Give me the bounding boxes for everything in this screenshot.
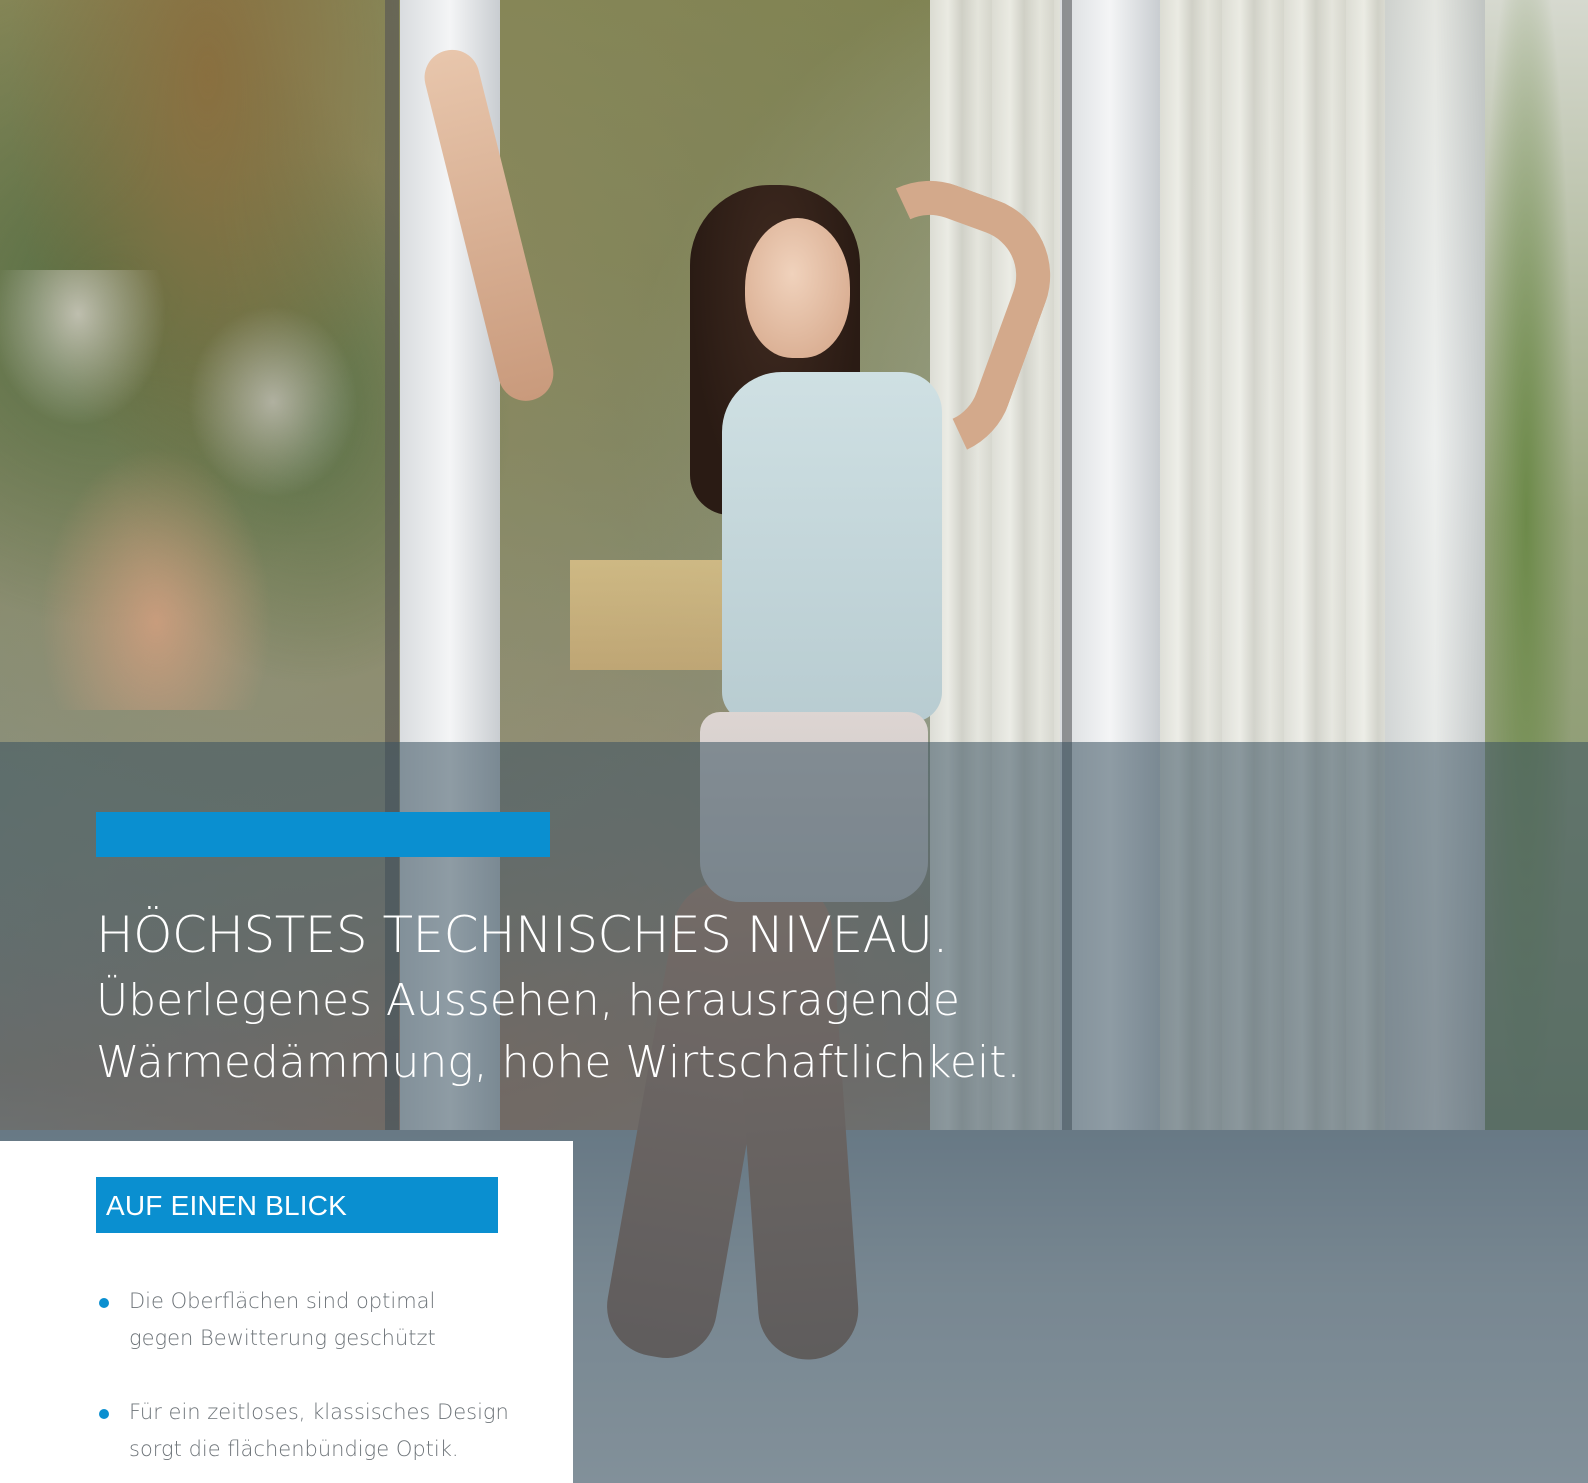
- hero-headline: HÖCHSTES TECHNISCHES NIVEAU.: [96, 906, 948, 964]
- list-item-line-2: gegen Bewitterung geschützt: [129, 1326, 436, 1350]
- list-item-line-1: Für ein zeitloses, klassisches Design: [129, 1400, 509, 1424]
- photo-houses: [0, 270, 390, 710]
- hero-subline-line-1: Überlegenes Aussehen, herausragende: [96, 975, 960, 1026]
- list-item-line-1: Die Oberflächen sind optimal: [129, 1289, 436, 1313]
- accent-bar: [96, 812, 550, 857]
- woman-face: [745, 218, 850, 358]
- brochure-page: HÖCHSTES TECHNISCHES NIVEAU. Überlegenes…: [0, 0, 1588, 1483]
- hero-subline: Überlegenes Aussehen, herausragende Wärm…: [96, 970, 1020, 1094]
- list-item: Für ein zeitloses, klassisches Design so…: [96, 1394, 536, 1468]
- hero-subline-line-2: Wärmedämmung, hohe Wirtschaftlichkeit.: [96, 1037, 1021, 1088]
- woman-top: [722, 372, 942, 722]
- at-a-glance-title-box: AUF EINEN BLICK: [96, 1177, 498, 1233]
- bullet-dot-icon: [99, 1298, 109, 1308]
- bullet-dot-icon: [99, 1409, 109, 1419]
- at-a-glance-box: AUF EINEN BLICK Die Oberflächen sind opt…: [0, 1141, 573, 1483]
- at-a-glance-title: AUF EINEN BLICK: [106, 1190, 348, 1221]
- at-a-glance-list: Die Oberflächen sind optimal gegen Bewit…: [96, 1283, 536, 1483]
- list-item-line-2: sorgt die flächenbündige Optik.: [129, 1437, 459, 1461]
- list-item: Die Oberflächen sind optimal gegen Bewit…: [96, 1283, 536, 1357]
